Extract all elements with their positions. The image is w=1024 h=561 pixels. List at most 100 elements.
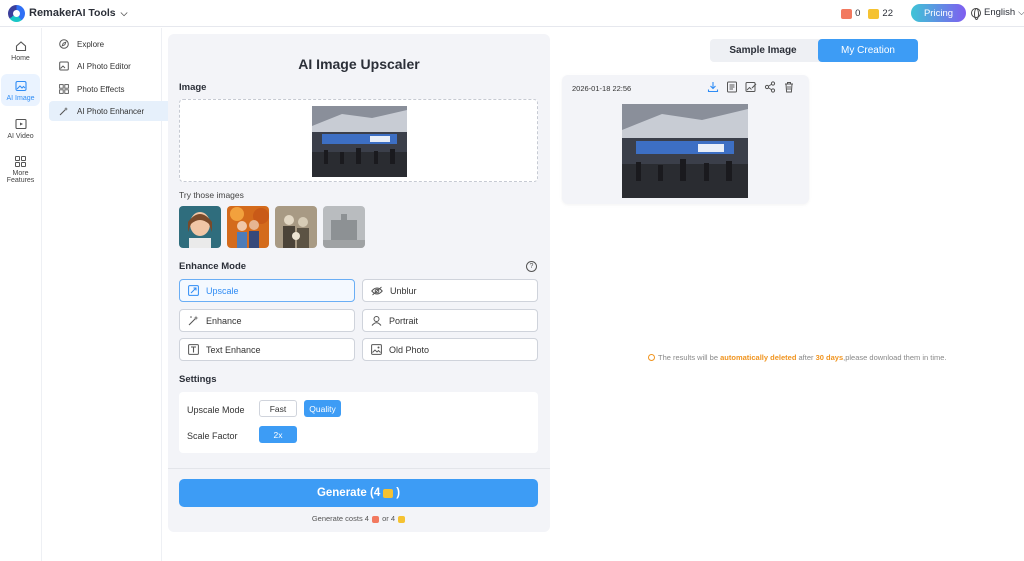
rail-item-home[interactable]: Home [1, 40, 40, 70]
language-label: English [984, 7, 1016, 18]
uploaded-image-thumbnail[interactable] [312, 106, 407, 177]
old-photo-icon [371, 344, 382, 355]
remaker-logo-icon[interactable] [8, 5, 25, 22]
page-title: AI Image Upscaler [298, 56, 420, 72]
generate-label: Generate (4 [316, 487, 381, 499]
warning-icon [648, 354, 655, 361]
enhance-mode-label: Enhance Mode [179, 261, 247, 272]
credit-gold[interactable]: 22 [868, 8, 893, 19]
scale-factor-label: Scale Factor [187, 431, 238, 441]
sample-image-couple[interactable] [227, 206, 269, 248]
image-dropzone[interactable] [179, 99, 538, 182]
gold-credit-icon [383, 488, 394, 498]
language-selector[interactable]: English ⌵ [971, 7, 1024, 20]
cost-middle: or 4 [382, 514, 396, 523]
card-actions [707, 81, 795, 93]
mode-label: Enhance [206, 315, 242, 326]
upscaler-panel: AI Image Upscaler Image Try those images… [168, 34, 550, 532]
notice-middle: after [798, 353, 814, 362]
rail-label: AI Image [6, 95, 35, 102]
left-rail: Home AI Image AI Video More Features [0, 28, 42, 561]
text-icon [188, 344, 199, 355]
details-icon[interactable] [726, 81, 738, 93]
scale-factor-2x-option[interactable]: 2x [259, 426, 297, 443]
gold-credit-icon [398, 515, 406, 523]
rail-label: Home [11, 55, 30, 62]
settings-label: Settings [179, 374, 217, 385]
brand-name[interactable]: Remaker [29, 7, 75, 19]
delete-icon[interactable] [783, 81, 795, 93]
mode-unblur-button[interactable]: Unblur [362, 279, 538, 302]
mode-label: Text Enhance [206, 344, 261, 355]
mode-upscale-button[interactable]: Upscale [179, 279, 355, 302]
sample-image-portrait[interactable] [179, 206, 221, 248]
menu-label: Explore [77, 39, 105, 49]
menu-label: AI Photo Enhancer [77, 106, 145, 116]
home-icon [15, 41, 26, 52]
menu-label: AI Photo Editor [77, 61, 131, 71]
mode-portrait-button[interactable]: Portrait [362, 309, 538, 332]
credit-red[interactable]: 0 [841, 8, 860, 19]
rail-item-more-features[interactable]: More Features [1, 156, 40, 192]
red-credit-icon [841, 8, 853, 19]
result-card: 2026-01-18 22:56 [562, 75, 809, 204]
notice-highlight-days: 30 days [815, 353, 844, 362]
grid-icon [15, 156, 26, 167]
share-icon[interactable] [764, 81, 776, 93]
mode-enhance-button[interactable]: Enhance [179, 309, 355, 332]
video-icon [14, 118, 27, 130]
sample-images [179, 206, 365, 248]
photo-editor-icon [59, 61, 69, 71]
ai-tools-label: AI Tools [75, 7, 116, 19]
mode-old-photo-button[interactable]: Old Photo [362, 338, 538, 361]
rail-item-ai-image[interactable]: AI Image [1, 74, 40, 106]
mode-text-enhance-button[interactable]: Text Enhance [179, 338, 355, 361]
tab-my-creation[interactable]: My Creation [818, 39, 918, 62]
upscale-mode-quality-option[interactable]: Quality [304, 400, 341, 417]
result-image[interactable] [622, 104, 748, 198]
try-images-label: Try those images [179, 190, 244, 200]
upscale-icon [188, 285, 199, 296]
divider [168, 468, 550, 469]
top-bar: Remaker AI Tools ⌵ 0 22 Pricing English … [0, 0, 1024, 27]
rail-item-ai-video[interactable]: AI Video [1, 118, 40, 148]
mode-label: Unblur [390, 285, 417, 296]
sample-image-building[interactable] [323, 206, 365, 248]
portrait-icon [371, 316, 382, 326]
sample-image-old-family[interactable] [275, 206, 317, 248]
chevron-down-icon: ⌵ [120, 7, 128, 18]
mode-label: Portrait [389, 315, 419, 326]
magic-wand-icon [59, 107, 68, 116]
mode-label: Old Photo [389, 344, 430, 355]
effects-grid-icon [59, 84, 69, 94]
credits-display: 0 22 [841, 8, 893, 19]
side-menu: Explore AI Photo Editor Photo Effects AI… [44, 28, 201, 561]
generate-cost-note: Generate costs 4 or 4 [168, 514, 550, 523]
compass-icon [59, 39, 69, 49]
edit-image-icon[interactable] [745, 81, 757, 93]
result-timestamp: 2026-01-18 22:56 [572, 84, 632, 93]
help-icon[interactable]: ? [526, 261, 537, 272]
red-credit-icon [372, 515, 380, 523]
generate-button[interactable]: Generate (4 ) [179, 479, 538, 507]
tab-sample-image[interactable]: Sample Image [710, 39, 816, 62]
ai-tools-menu[interactable]: AI Tools ⌵ [75, 7, 127, 19]
rail-label-line2: Features [6, 177, 35, 184]
image-section-label: Image [179, 82, 207, 93]
notice-suffix: ,please download them in time. [843, 353, 947, 362]
eye-icon [371, 286, 383, 295]
notice-highlight-deleted: automatically deleted [720, 353, 797, 362]
pricing-button[interactable]: Pricing [911, 4, 966, 22]
upscale-mode-label: Upscale Mode [187, 405, 245, 415]
download-icon[interactable] [707, 81, 719, 93]
globe-icon [971, 7, 981, 20]
image-icon [14, 80, 27, 92]
upscale-mode-fast-option[interactable]: Fast [259, 400, 297, 417]
credit-gold-count: 22 [882, 8, 893, 19]
credit-red-count: 0 [855, 8, 861, 19]
mode-label: Upscale [206, 285, 239, 296]
generate-label-suffix: ) [396, 487, 401, 499]
menu-label: Photo Effects [77, 84, 125, 94]
sparkle-wand-icon [188, 315, 199, 326]
settings-box: Upscale Mode Fast Quality Scale Factor 2… [179, 392, 538, 453]
